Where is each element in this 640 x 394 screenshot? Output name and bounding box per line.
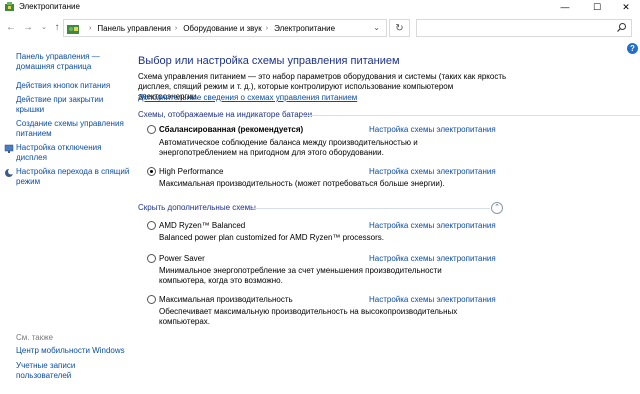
hidden-plans-section-title[interactable]: Скрыть дополнительные схемы (138, 203, 256, 212)
plan-settings-link[interactable]: Настройка схемы электропитания (369, 167, 496, 176)
plan-name[interactable]: Power Saver (159, 254, 205, 263)
sidebar-item-display-off[interactable]: Настройка отключения дисплея (16, 143, 131, 163)
sidebar-item-create-plan[interactable]: Создание схемы управления питанием (16, 119, 131, 139)
help-icon[interactable]: ? (627, 43, 638, 54)
see-also-heading: См. также (16, 333, 54, 342)
plan-settings-link[interactable]: Настройка схемы электропитания (369, 221, 496, 230)
plan-name[interactable]: Сбалансированная (рекомендуется) (159, 125, 303, 134)
breadcrumb-item-power-options[interactable]: Электропитание (274, 24, 335, 33)
display-off-icon (4, 144, 14, 154)
page-title: Выбор или настройка схемы управления пит… (138, 55, 400, 67)
battery-plans-section-title: Схемы, отображаемые на индикаторе батаре… (138, 110, 313, 119)
plan-description: Минимальное энергопотребление за счет ум… (159, 266, 442, 285)
plan-radio-high-performance[interactable] (147, 167, 156, 176)
sidebar-item-sleep[interactable]: Настройка перехода в спящий режим (16, 167, 131, 187)
plan-radio-power-saver[interactable] (147, 254, 156, 263)
control-panel-home-link[interactable]: Панель управления — домашняя страница (16, 52, 131, 72)
breadcrumb-separator-icon[interactable]: › (175, 25, 177, 32)
breadcrumb: › Панель управления › Оборудование и зву… (85, 24, 335, 33)
minimize-button[interactable]: — (550, 0, 580, 14)
chevron-up-icon[interactable]: ⌃ (491, 202, 503, 214)
plan-name[interactable]: AMD Ryzen™ Balanced (159, 221, 245, 230)
power-options-icon (4, 2, 15, 12)
plan-description: Максимальная производительность (может п… (159, 179, 445, 188)
maximize-button[interactable]: ☐ (582, 0, 612, 14)
breadcrumb-item-control-panel[interactable]: Панель управления (97, 24, 171, 33)
sleep-moon-icon (4, 168, 14, 178)
forward-button[interactable]: → (22, 22, 34, 34)
plan-name[interactable]: Максимальная производительность (159, 295, 293, 304)
refresh-button[interactable]: ↻ (389, 19, 410, 37)
plan-radio-amd-balanced[interactable] (147, 221, 156, 230)
section-divider (300, 115, 640, 116)
close-button[interactable]: ✕ (611, 0, 640, 14)
plan-description: Автоматическое соблюдение баланса между … (159, 138, 418, 157)
plan-radio-ultimate-performance[interactable] (147, 295, 156, 304)
search-icon (616, 22, 627, 33)
control-panel-icon (67, 23, 79, 34)
section-divider (252, 208, 490, 209)
see-also-user-accounts-link[interactable]: Учетные записи пользователей (16, 361, 106, 381)
up-button[interactable]: ↑ (51, 22, 63, 34)
plan-description: Обеспечивает максимальную производительн… (159, 307, 458, 326)
search-input[interactable] (416, 19, 632, 37)
refresh-icon: ↻ (395, 22, 404, 34)
plan-description: Balanced power plan customized for AMD R… (159, 233, 384, 242)
navigation-bar: ← → ⌄ ↑ › Панель управления › Оборудован… (0, 14, 640, 43)
breadcrumb-separator-icon: › (89, 25, 92, 32)
breadcrumb-item-hardware-sound[interactable]: Оборудование и звук (183, 24, 262, 33)
title-bar: Электропитание — ☐ ✕ (0, 0, 640, 14)
sidebar-item-power-buttons[interactable]: Действия кнопок питания (16, 81, 131, 91)
plan-settings-link[interactable]: Настройка схемы электропитания (369, 295, 496, 304)
plan-settings-link[interactable]: Настройка схемы электропитания (369, 125, 496, 134)
back-button[interactable]: ← (5, 22, 17, 34)
address-bar[interactable]: › Панель управления › Оборудование и зву… (63, 19, 387, 37)
plan-radio-balanced[interactable] (147, 125, 156, 134)
left-pane: Панель управления — домашняя страница Де… (0, 43, 132, 394)
sidebar-item-lid-close[interactable]: Действие при закрытии крышки (16, 95, 131, 115)
plan-name[interactable]: High Performance (159, 167, 223, 176)
recent-locations-button[interactable]: ⌄ (38, 22, 50, 34)
power-plans-help-link[interactable]: Дополнительные сведения о схемах управле… (138, 93, 357, 102)
see-also-mobility-center-link[interactable]: Центр мобильности Windows (16, 346, 131, 356)
address-dropdown-icon[interactable]: ⌄ (373, 23, 380, 32)
plan-settings-link[interactable]: Настройка схемы электропитания (369, 254, 496, 263)
window-title: Электропитание (19, 2, 80, 11)
breadcrumb-separator-icon[interactable]: › (266, 25, 268, 32)
